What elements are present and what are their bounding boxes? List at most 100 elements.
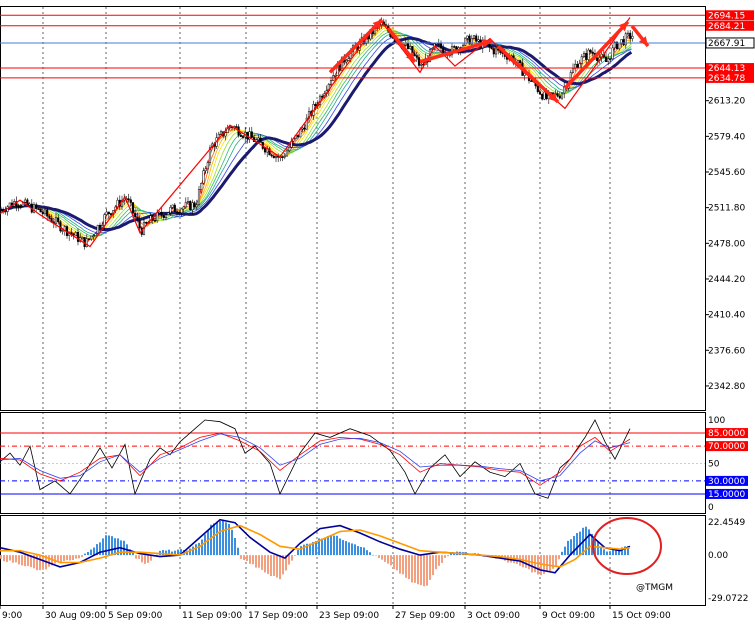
macd-histogram-bar xyxy=(390,555,392,566)
macd-histogram-bar xyxy=(441,555,443,563)
trading-chart[interactable]: 2613.20 2579.40 2545.60 2511.80 2478.00 2444.… xyxy=(0,0,755,625)
time-tick-label: 11 Sep 09:00 xyxy=(182,611,242,621)
time-tick-label: 5 Sep 09:00 xyxy=(108,611,163,621)
candle-body xyxy=(164,214,168,218)
macd-histogram-bar xyxy=(363,547,365,556)
price-tick-label: 2410.40 xyxy=(708,311,745,321)
macd-histogram-bar xyxy=(609,551,611,556)
candle-body xyxy=(596,57,599,62)
macd-histogram-bar xyxy=(84,553,86,556)
candle-body xyxy=(420,63,423,66)
moving-average-line xyxy=(0,31,632,237)
macd-histogram-bar xyxy=(156,554,158,556)
stochastic-level-label: 85.0000 xyxy=(708,429,745,439)
macd-histogram-bar xyxy=(144,555,146,564)
macd-histogram-bar xyxy=(234,537,236,556)
candle-body xyxy=(136,216,139,221)
macd-histogram-bar xyxy=(141,555,143,563)
candle-body xyxy=(158,211,161,214)
candle-body xyxy=(87,238,91,240)
candle-body xyxy=(241,136,245,138)
macd-histogram-bar xyxy=(561,551,563,556)
candle-body xyxy=(464,38,467,46)
macd-tick-label: -29.0722 xyxy=(708,594,748,604)
macd-histogram-bar xyxy=(447,555,449,557)
candle-body xyxy=(129,199,132,203)
stochastic-pane[interactable]: 100 50 0 85.0000 70.0000 30.0000 15.0000 xyxy=(0,416,748,513)
macd-histogram-bar xyxy=(381,555,383,560)
price-tick-label: 2613.20 xyxy=(708,97,745,107)
macd-histogram-bar xyxy=(27,555,29,566)
candle-body xyxy=(589,49,592,53)
candle-body xyxy=(472,35,476,39)
macd-histogram-bar xyxy=(603,549,605,556)
macd-histogram-bar xyxy=(597,542,599,556)
candle-body xyxy=(19,205,22,208)
macd-histogram-bar xyxy=(405,555,407,578)
candle-body xyxy=(453,46,456,48)
candle-body xyxy=(272,155,275,159)
candle-body xyxy=(35,204,38,209)
macd-histogram-bar xyxy=(348,542,350,556)
macd-histogram-bar xyxy=(435,555,437,570)
candle-body xyxy=(578,63,581,69)
candle-body xyxy=(490,47,493,49)
candle-body xyxy=(160,211,163,216)
stochastic-tick-label: 50 xyxy=(708,460,720,470)
candle-body xyxy=(622,39,625,46)
macd-histogram-bar xyxy=(576,533,578,556)
macd-histogram-bar xyxy=(252,555,254,565)
candlesticks xyxy=(0,17,634,250)
candle-body xyxy=(57,217,60,223)
macd-histogram-bar xyxy=(237,547,239,556)
time-tick-label: 9 Oct 09:00 xyxy=(542,611,595,621)
macd-histogram-bar xyxy=(411,555,413,583)
macd-histogram-bar xyxy=(342,540,344,556)
candle-body xyxy=(607,58,610,63)
macd-histogram-bar xyxy=(18,555,20,565)
candle-body xyxy=(274,156,278,159)
stochastic-tick-label: 0 xyxy=(708,503,714,513)
stochastic-line xyxy=(0,419,631,499)
candle-body xyxy=(202,170,205,184)
candle-body xyxy=(494,48,498,55)
candle-body xyxy=(259,137,262,143)
candle-body xyxy=(288,147,291,152)
macd-histogram-bar xyxy=(111,536,113,556)
macd-histogram-bar xyxy=(12,555,14,563)
stochastic-level-label: 30.0000 xyxy=(708,477,745,487)
candle-body xyxy=(281,156,284,158)
candle-body xyxy=(127,198,130,200)
candle-body xyxy=(219,131,223,135)
time-tick-label: 3 Oct 09:00 xyxy=(467,611,520,621)
macd-histogram-bar xyxy=(426,555,428,586)
candle-body xyxy=(576,63,579,69)
macd-histogram-bar xyxy=(345,541,347,556)
macd-histogram-bar xyxy=(72,555,74,561)
macd-histogram-bar xyxy=(9,555,11,561)
macd-histogram-bar xyxy=(81,555,83,558)
candle-body xyxy=(409,46,412,50)
candle-body xyxy=(536,85,539,93)
macd-histogram-bar xyxy=(0,555,2,559)
macd-histogram-bar xyxy=(291,555,293,561)
candle-body xyxy=(618,42,621,50)
macd-histogram-bar xyxy=(93,547,95,556)
candle-body xyxy=(543,91,546,100)
price-level-label: 2667.91 xyxy=(708,39,745,49)
candle-body xyxy=(560,92,564,99)
candle-body xyxy=(186,201,190,203)
stochastic-tick-label: 100 xyxy=(708,416,725,426)
candle-body xyxy=(413,53,416,56)
macd-histogram-bar xyxy=(192,546,194,556)
candle-body xyxy=(182,206,185,210)
candle-body xyxy=(611,47,614,60)
candle-body xyxy=(204,168,207,172)
candle-body xyxy=(345,59,348,63)
stochastic-axis: 100 50 0 85.0000 70.0000 30.0000 15.0000 xyxy=(0,416,748,513)
macd-histogram-bar xyxy=(567,540,569,556)
macd-histogram-bar xyxy=(54,555,56,564)
price-pane[interactable]: 2613.20 2579.40 2545.60 2511.80 2478.00 2444.… xyxy=(0,10,755,392)
candle-body xyxy=(96,224,99,234)
macd-histogram-bar xyxy=(15,555,17,563)
